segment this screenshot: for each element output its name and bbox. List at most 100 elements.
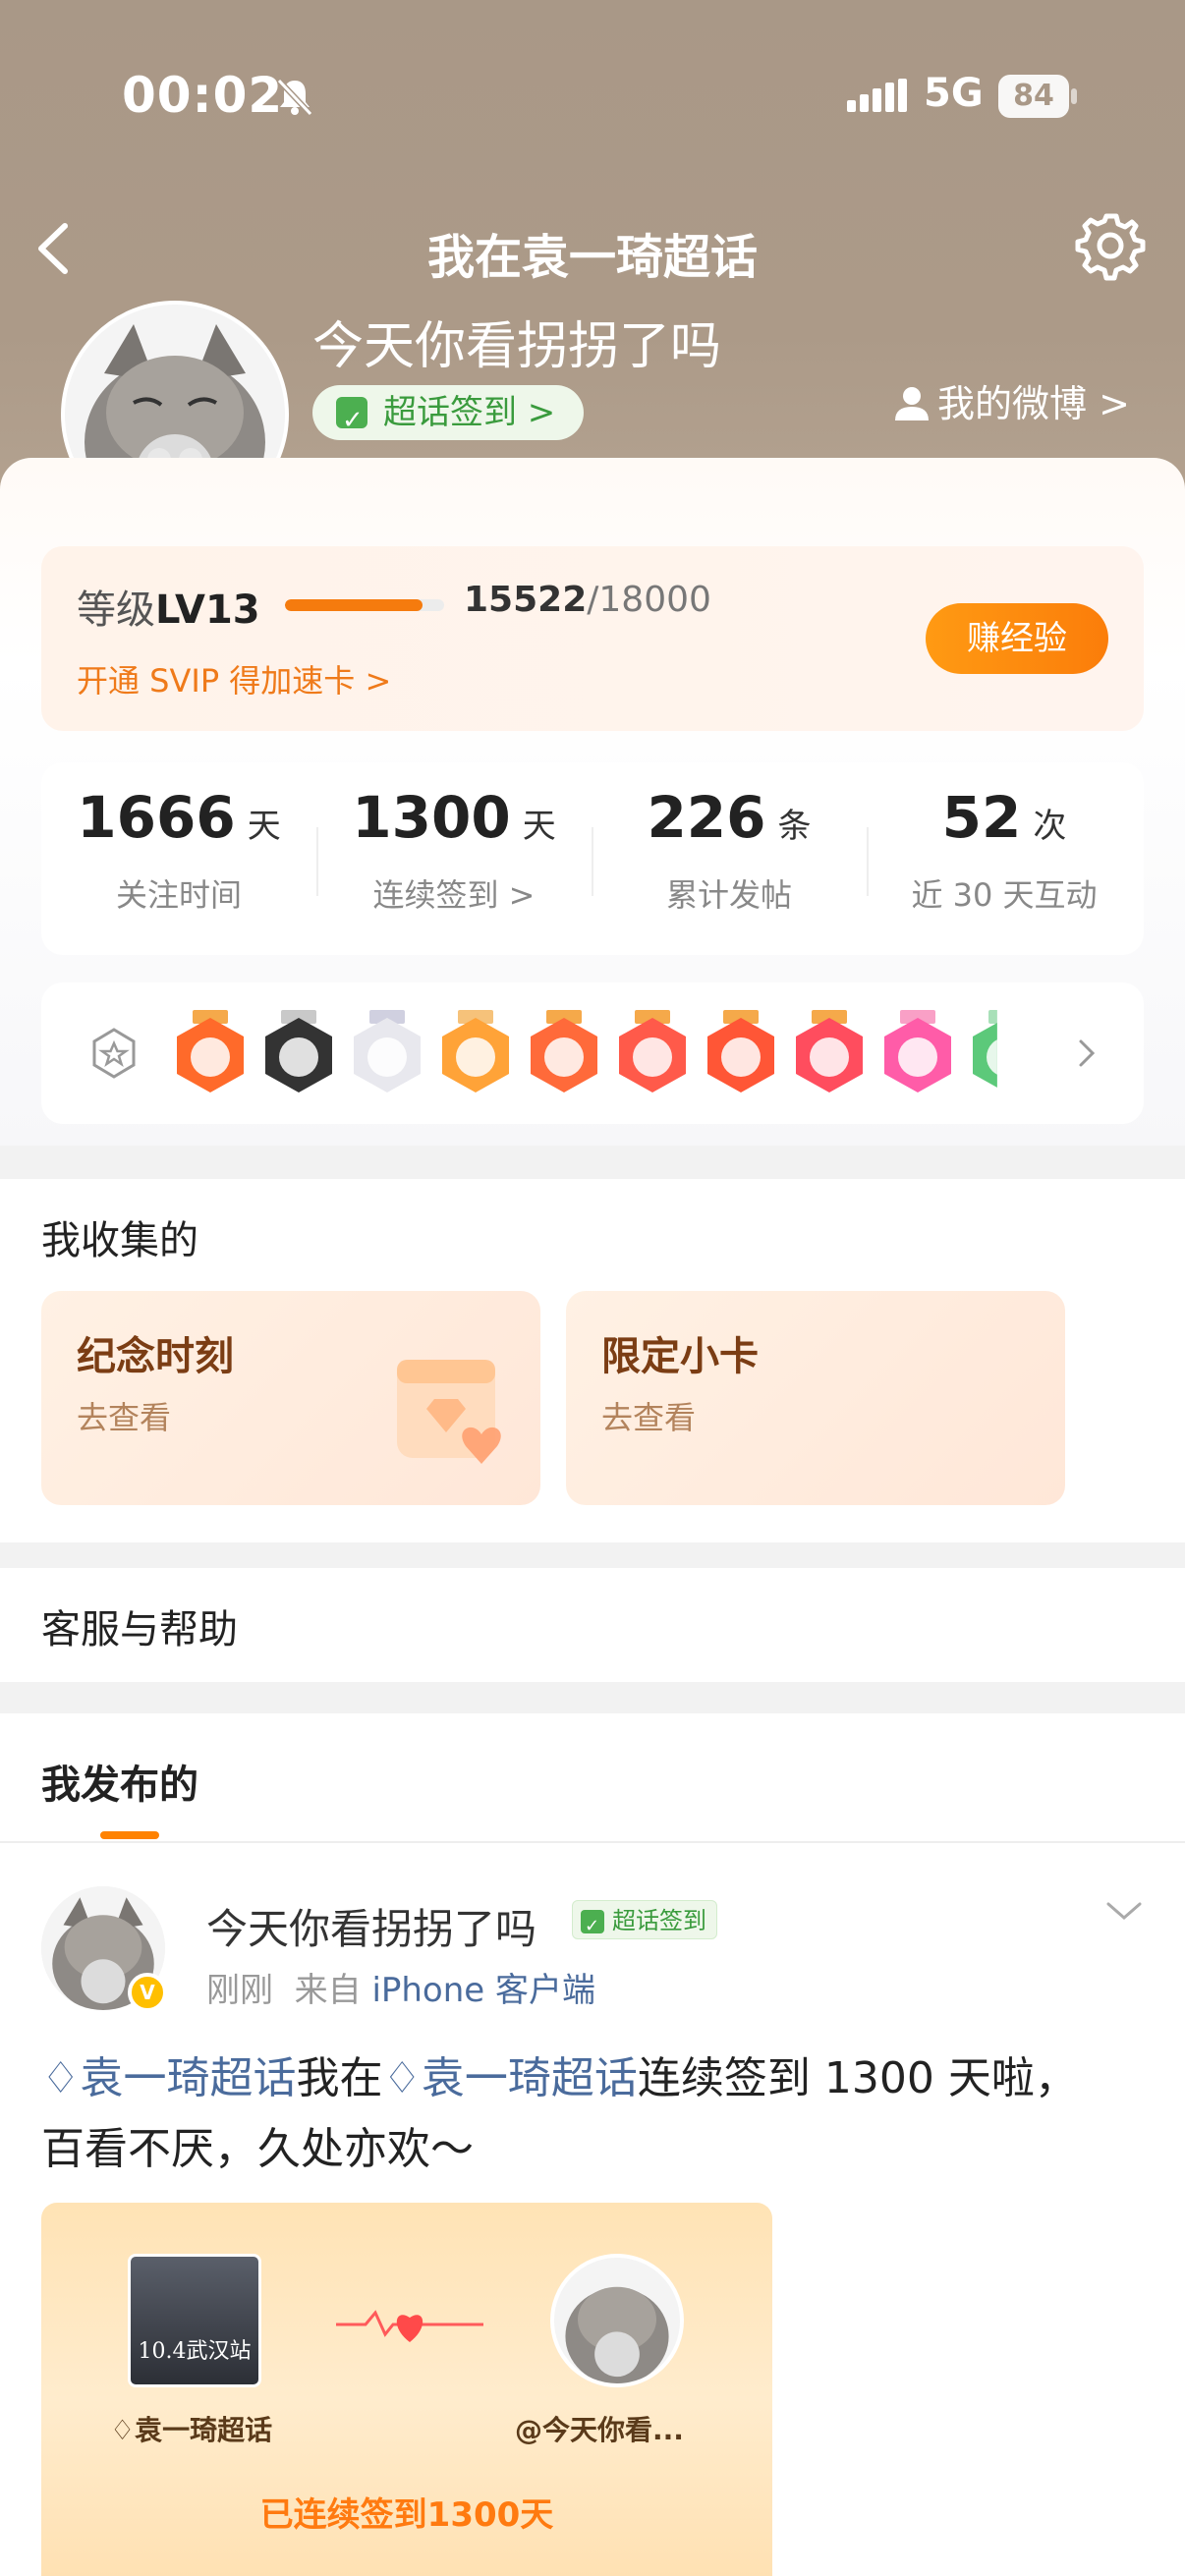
chevron-down-icon[interactable] [1104,1896,1144,1926]
battery-level: 84 [998,75,1069,118]
share-left-text: 袁一琦超话 [135,2414,273,2446]
girl-figure-medal-icon[interactable] [350,1010,424,1098]
stat-follow-days: 1666 天 关注时间 [41,784,316,916]
collect-title: 纪念时刻 [77,1334,234,1379]
signal-icon [847,79,907,112]
cat-medal-icon[interactable] [615,1010,690,1098]
medal-badge [973,1018,997,1092]
checkin-share-card[interactable]: 10.4武汉站 ♢袁一琦超话 @今天你看... 已连续签到1300天 [41,2203,772,2576]
clapperboard-medal-icon[interactable] [261,1010,336,1098]
poster-text: 10.4武汉站 [138,2339,252,2364]
tab-underline [100,1831,159,1839]
level-progress-text: 15522/18000 [464,580,711,620]
stat-unit: 天 [247,807,281,846]
collect-title: 限定小卡 [601,1334,759,1379]
medal-center [898,1037,937,1077]
topic-link[interactable]: ♢袁一琦超话 [382,2053,637,2103]
battery-icon: 84 [998,75,1077,118]
diamond-icon: ♢ [41,2053,81,2103]
cat-avatar-image [554,2258,680,2383]
post-from: 来自 [294,1971,362,2010]
medals-row[interactable] [41,982,1144,1124]
post-time: 刚刚 [206,1971,273,2010]
green-medal-icon[interactable] [969,1010,997,1098]
event-poster: 10.4武汉站 [128,2254,261,2387]
stat-interactions: 52 次 近 30 天互动 [867,784,1142,916]
medal-ribbon [988,1010,997,1024]
diamond-icon: ♢ [110,2414,136,2446]
share-topic-label: ♢袁一琦超话 [110,2409,272,2448]
post-source[interactable]: iPhone 客户端 [371,1971,595,2010]
crown-medal-icon[interactable] [438,1010,513,1098]
stat-unit: 次 [1033,807,1067,846]
limited-cards-card[interactable]: 限定小卡 去查看 [566,1291,1065,1505]
share-avatar [550,2254,684,2387]
stat-checkin-streak[interactable]: 1300 天 连续签到 > [316,784,592,916]
level-card: 等级LV13 15522/18000 开通 SVIP 得加速卡 > 赚经验 [41,546,1144,731]
level-total: /18000 [587,580,711,620]
post-author[interactable]: 今天你看拐拐了吗 [206,1896,536,1956]
medal-center [633,1037,672,1077]
battery-tip [1071,88,1077,104]
post-tag-label: 超话签到 [612,1907,706,1934]
share-user-label: @今天你看... [515,2414,684,2446]
medal-center [544,1037,584,1077]
medal-center [721,1037,761,1077]
level-label: 等级LV13 [77,578,260,635]
help-section[interactable]: 客服与帮助 [0,1568,1185,1682]
100-days-medal-icon[interactable] [173,1010,248,1098]
calendar-heart-icon [397,1360,501,1464]
medal-center [367,1037,407,1077]
post-checkin-tag: 超话签到 [572,1900,717,1946]
user-name: 今天你看拐拐了吗 [312,317,722,376]
topic-link[interactable]: ♢袁一琦超话 [41,2053,296,2103]
rabbit-medal-icon[interactable] [792,1010,867,1098]
person-icon [895,387,929,420]
network-type: 5G [924,71,984,116]
stat-label: 累计发帖 [665,876,792,914]
medal-center [810,1037,849,1077]
stat-label: 连续签到 > [372,876,536,914]
help-title: 客服与帮助 [41,1607,238,1652]
level-value: LV13 [155,588,260,633]
stat-number: 226 [647,784,766,851]
checkin-button[interactable]: 超话签到 > [312,385,584,448]
checkin-label: 超话签到 > [383,393,556,432]
gear-icon[interactable] [1073,208,1148,283]
stat-label: 近 30 天互动 [911,876,1098,914]
medal-center [279,1037,318,1077]
level-prefix: 等级 [77,588,155,633]
share-streak-text: 已连续签到1300天 [259,2495,554,2535]
memorial-moments-card[interactable]: 纪念时刻 去查看 [41,1291,540,1505]
topic-label: 袁一琦超话 [80,2053,297,2103]
topic-label: 袁一琦超话 [421,2053,638,2103]
stats-panel: 1666 天 关注时间 1300 天 连续签到 > 226 条 累计发帖 52 次 近 … [41,762,1144,955]
calendar-check-icon [336,393,367,448]
collect-sub: 去查看 [77,1399,172,1436]
page-title: 我在袁一琦超话 [426,230,758,285]
tab-my-posts[interactable]: 我发布的 [41,1753,198,1810]
stat-unit: 条 [777,807,812,846]
stat-number: 1666 [77,784,236,851]
stat-number: 1300 [352,784,511,851]
calendar-check-icon [581,1907,604,1946]
medal-center [191,1037,230,1077]
post-text-segment: 我在 [296,2053,383,2103]
collect-sub: 去查看 [601,1399,697,1436]
dragon-medal-icon[interactable] [704,1010,778,1098]
medal-center [456,1037,495,1077]
fox-medal-icon[interactable] [527,1010,601,1098]
lv13-medal-icon[interactable] [880,1010,955,1098]
my-weibo-link[interactable]: 我的微博 > [892,373,1130,427]
stat-total-posts: 226 条 累计发帖 [592,784,867,916]
divider [0,1841,1185,1843]
collections-title: 我收集的 [41,1218,198,1263]
stat-unit: 天 [522,807,556,846]
level-progress-fill [285,599,423,611]
chevron-right-icon[interactable] [1073,1026,1102,1081]
status-bar: 00:02 5G 84 [0,59,1185,138]
svip-link[interactable]: 开通 SVIP 得加速卡 > [77,656,391,701]
stat-number: 52 [941,784,1022,851]
level-progress-bar [285,599,444,611]
earn-exp-button[interactable]: 赚经验 [926,603,1108,674]
